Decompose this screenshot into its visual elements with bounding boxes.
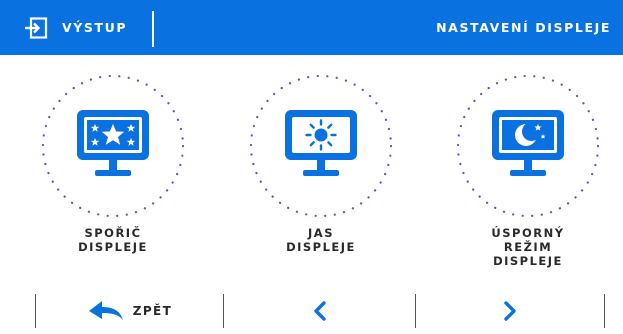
tile-label-line: DISPLEJE bbox=[286, 240, 356, 254]
back-arrow-icon bbox=[88, 301, 123, 320]
tile-label-line: DISPLEJE bbox=[78, 240, 148, 254]
back-button[interactable]: ZPĚT bbox=[36, 292, 223, 330]
tile-label-line: SPOŘIČ bbox=[84, 226, 142, 240]
tile-label-power-saving: ÚSPORNÝ REŽIM DISPLEJE bbox=[434, 226, 622, 268]
night-mode-moon-icon bbox=[492, 110, 564, 176]
previous-button[interactable] bbox=[224, 292, 415, 330]
screensaver-stars-icon bbox=[77, 110, 149, 176]
tile-label-line: REŽIM bbox=[503, 240, 553, 254]
footer-bar: ZPĚT bbox=[0, 292, 623, 330]
chevron-right-icon bbox=[504, 301, 516, 321]
tile-label-brightness: JAS DISPLEJE bbox=[227, 226, 415, 254]
page-title: NASTAVENÍ DISPLEJE bbox=[436, 20, 611, 35]
brightness-sun-icon bbox=[285, 110, 357, 176]
exit-label: VÝSTUP bbox=[62, 20, 128, 35]
chevron-left-icon bbox=[313, 301, 326, 321]
exit-icon bbox=[25, 16, 48, 39]
tile-label-screensaver: SPOŘIČ DISPLEJE bbox=[19, 226, 207, 254]
footer-divider bbox=[604, 294, 605, 328]
back-label: ZPĚT bbox=[132, 304, 173, 318]
exit-button[interactable]: VÝSTUP bbox=[0, 0, 152, 55]
header-bar: VÝSTUP NASTAVENÍ DISPLEJE bbox=[0, 0, 623, 55]
next-button[interactable] bbox=[416, 292, 604, 330]
header-divider bbox=[152, 11, 154, 47]
tile-label-line: ÚSPORNÝ bbox=[491, 226, 565, 240]
tile-label-line: JAS bbox=[308, 226, 334, 240]
tile-label-line: DISPLEJE bbox=[493, 254, 563, 268]
